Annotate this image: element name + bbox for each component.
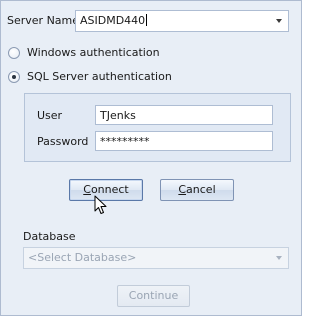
continue-button[interactable]: Continue: [117, 285, 190, 307]
database-combo[interactable]: <Select Database>: [23, 247, 289, 269]
continue-label: Continue: [128, 289, 179, 302]
database-label: Database: [23, 230, 76, 243]
windows-auth-label[interactable]: Windows authentication: [27, 46, 160, 59]
server-name-combo[interactable]: ASIDMD440: [75, 10, 289, 32]
connection-dialog: Server Name ASIDMD440 Windows authentica…: [0, 0, 302, 316]
text-caret: [146, 14, 148, 26]
cancel-mnemonic: C: [178, 183, 187, 196]
chevron-down-icon[interactable]: [276, 19, 282, 23]
sql-auth-radio[interactable]: [8, 71, 20, 83]
user-label: User: [37, 109, 63, 122]
user-input[interactable]: TJenks: [95, 105, 273, 125]
cancel-button[interactable]: Cancel: [160, 179, 234, 201]
database-placeholder: <Select Database>: [28, 251, 137, 264]
cancel-label: ancel: [186, 183, 216, 196]
password-label: Password: [37, 135, 89, 148]
chevron-down-icon[interactable]: [276, 256, 282, 260]
server-name-label: Server Name: [7, 14, 80, 27]
user-value: TJenks: [100, 109, 136, 122]
sql-auth-label[interactable]: SQL Server authentication: [27, 70, 172, 83]
server-name-value[interactable]: ASIDMD440: [80, 14, 148, 27]
credentials-group: User TJenks Password *********: [24, 93, 291, 162]
connect-mnemonic: C: [83, 183, 91, 196]
password-input[interactable]: *********: [95, 131, 273, 151]
password-value: *********: [100, 135, 150, 148]
windows-auth-radio[interactable]: [8, 47, 20, 59]
mouse-pointer-icon: [94, 195, 107, 214]
